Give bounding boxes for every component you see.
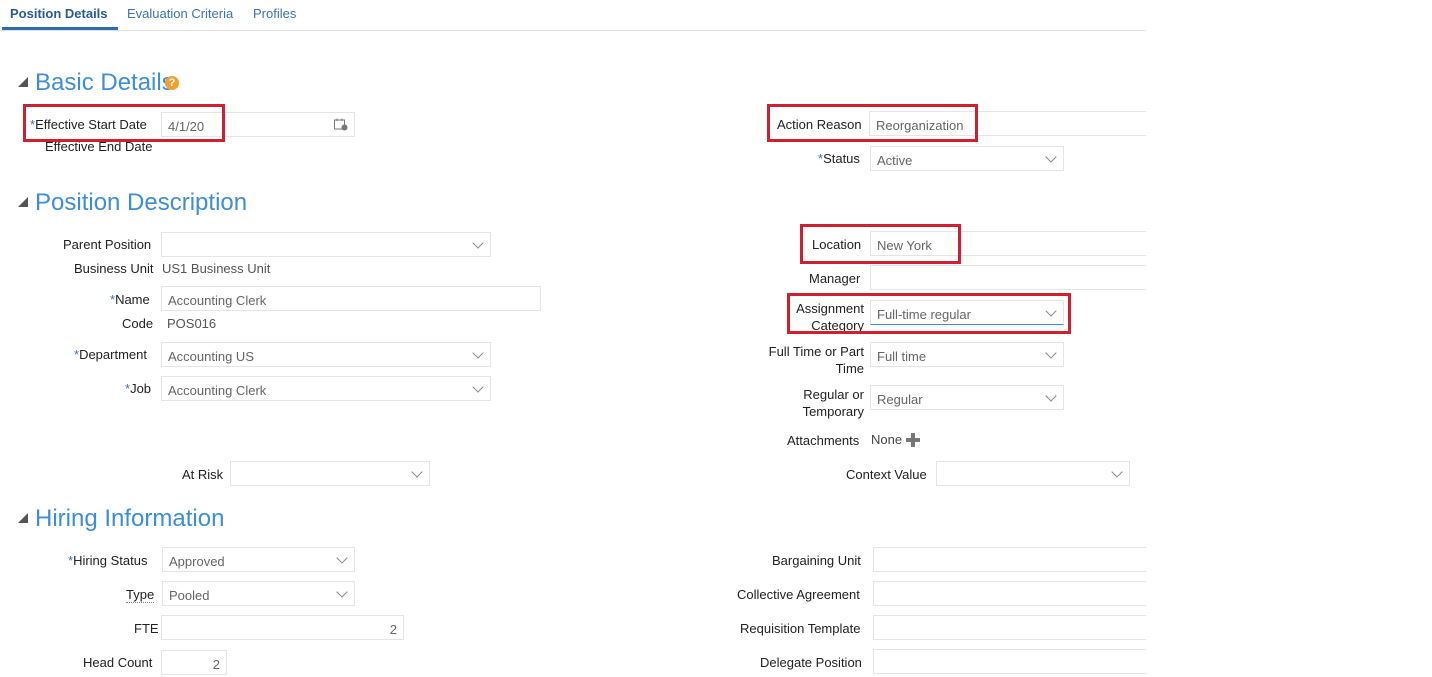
- at-risk-select[interactable]: [230, 461, 430, 486]
- location-label: Location: [812, 237, 862, 252]
- chevron-down-icon: [1111, 466, 1123, 478]
- section-title-position-description: Position Description: [35, 189, 248, 216]
- department-label-text: Department: [79, 347, 147, 362]
- action-reason-label: Action Reason: [777, 117, 862, 132]
- parent-position-label: Parent Position: [63, 237, 152, 252]
- active-tab-indicator: [2, 27, 118, 30]
- chevron-down-icon: [472, 237, 484, 249]
- calendar-icon[interactable]: [334, 118, 348, 131]
- attachments-label: Attachments: [787, 433, 860, 448]
- context-value-select[interactable]: [936, 461, 1130, 486]
- parent-position-select[interactable]: [161, 232, 491, 257]
- department-select[interactable]: Accounting US: [161, 342, 491, 367]
- hiring-status-select[interactable]: Approved: [162, 547, 355, 572]
- effective-end-date-label: Effective End Date: [45, 139, 153, 154]
- effective-start-date-label-text: Effective Start Date: [35, 117, 147, 132]
- fte-label: FTE: [134, 621, 159, 636]
- action-reason-field[interactable]: Reorganization: [869, 111, 1146, 136]
- status-label: *Status: [818, 151, 860, 166]
- fte-input[interactable]: 2: [161, 615, 404, 640]
- requisition-template-label: Requisition Template: [740, 621, 861, 636]
- requisition-template-field[interactable]: [873, 615, 1146, 640]
- chevron-down-icon: [336, 586, 348, 598]
- name-label: *Name: [110, 292, 150, 307]
- business-unit-value: US1 Business Unit: [162, 261, 271, 276]
- code-value: POS016: [167, 316, 217, 331]
- effective-start-date-value: 4/1/20: [168, 119, 205, 134]
- chevron-down-icon: [1045, 305, 1057, 317]
- business-unit-label: Business Unit: [74, 261, 154, 276]
- job-label: *Job: [125, 381, 151, 396]
- collective-agreement-field[interactable]: [873, 581, 1146, 606]
- type-select[interactable]: Pooled: [162, 581, 355, 606]
- tab-position-details[interactable]: Position Details: [10, 6, 108, 21]
- assignment-category-value: Full-time regular: [877, 307, 971, 322]
- effective-start-date-input[interactable]: 4/1/20: [161, 112, 355, 137]
- full-time-part-time-label: Full Time or Part Time: [768, 344, 864, 376]
- chevron-down-icon: [1045, 390, 1057, 402]
- manager-field[interactable]: [870, 265, 1146, 290]
- section-title-hiring-information: Hiring Information: [35, 505, 225, 532]
- department-value: Accounting US: [168, 349, 254, 364]
- name-input[interactable]: Accounting Clerk: [161, 286, 541, 311]
- status-value: Active: [877, 153, 913, 168]
- help-icon[interactable]: ?: [165, 76, 179, 90]
- collapse-triangle-icon[interactable]: [18, 513, 28, 523]
- name-label-text: Name: [115, 292, 150, 307]
- head-count-input[interactable]: 2: [161, 650, 227, 675]
- code-label: Code: [122, 316, 154, 331]
- hiring-status-value: Approved: [169, 554, 225, 569]
- at-risk-label: At Risk: [182, 467, 224, 482]
- regular-temporary-label: Regular or Temporary: [802, 387, 864, 419]
- job-value: Accounting Clerk: [168, 383, 267, 398]
- job-label-text: Job: [130, 381, 152, 396]
- assignment-category-label: Assignment Category: [796, 301, 864, 333]
- delegate-position-field[interactable]: [873, 649, 1146, 674]
- department-label: *Department: [74, 347, 147, 362]
- tab-evaluation-criteria[interactable]: Evaluation Criteria: [127, 6, 233, 21]
- regular-temporary-select[interactable]: Regular: [870, 385, 1064, 410]
- chevron-down-icon: [411, 466, 423, 478]
- tab-bar: Position Details Evaluation Criteria Pro…: [0, 0, 1146, 31]
- location-field[interactable]: New York: [870, 231, 1146, 256]
- full-time-part-time-value: Full time: [877, 349, 927, 364]
- add-icon[interactable]: [906, 433, 920, 447]
- assignment-category-select[interactable]: Full-time regular: [870, 300, 1064, 325]
- full-time-part-time-select[interactable]: Full time: [870, 342, 1064, 367]
- regular-temporary-value: Regular: [877, 392, 923, 407]
- bargaining-unit-field[interactable]: [873, 547, 1146, 572]
- chevron-down-icon: [1045, 347, 1057, 359]
- hiring-status-label-text: Hiring Status: [73, 553, 148, 568]
- chevron-down-icon: [472, 347, 484, 359]
- chevron-down-icon: [472, 381, 484, 393]
- type-label: Type: [126, 587, 155, 603]
- hiring-status-label: *Hiring Status: [68, 553, 147, 568]
- chevron-down-icon: [1045, 151, 1057, 163]
- collapse-triangle-icon[interactable]: [18, 77, 28, 87]
- tab-profiles[interactable]: Profiles: [253, 6, 296, 21]
- chevron-down-icon: [336, 552, 348, 564]
- type-value: Pooled: [169, 588, 210, 603]
- collapse-triangle-icon[interactable]: [18, 197, 28, 207]
- section-title-basic-details: Basic Details: [35, 69, 174, 96]
- attachments-value: None: [871, 432, 903, 447]
- head-count-label: Head Count: [83, 655, 153, 670]
- manager-label: Manager: [809, 271, 861, 286]
- status-label-text: Status: [823, 151, 860, 166]
- effective-start-date-label: *Effective Start Date: [30, 117, 147, 132]
- delegate-position-label: Delegate Position: [760, 655, 862, 670]
- status-select[interactable]: Active: [870, 146, 1064, 171]
- bargaining-unit-label: Bargaining Unit: [772, 553, 861, 568]
- context-value-label: Context Value: [846, 467, 927, 482]
- job-select[interactable]: Accounting Clerk: [161, 376, 491, 401]
- collective-agreement-label: Collective Agreement: [737, 587, 860, 602]
